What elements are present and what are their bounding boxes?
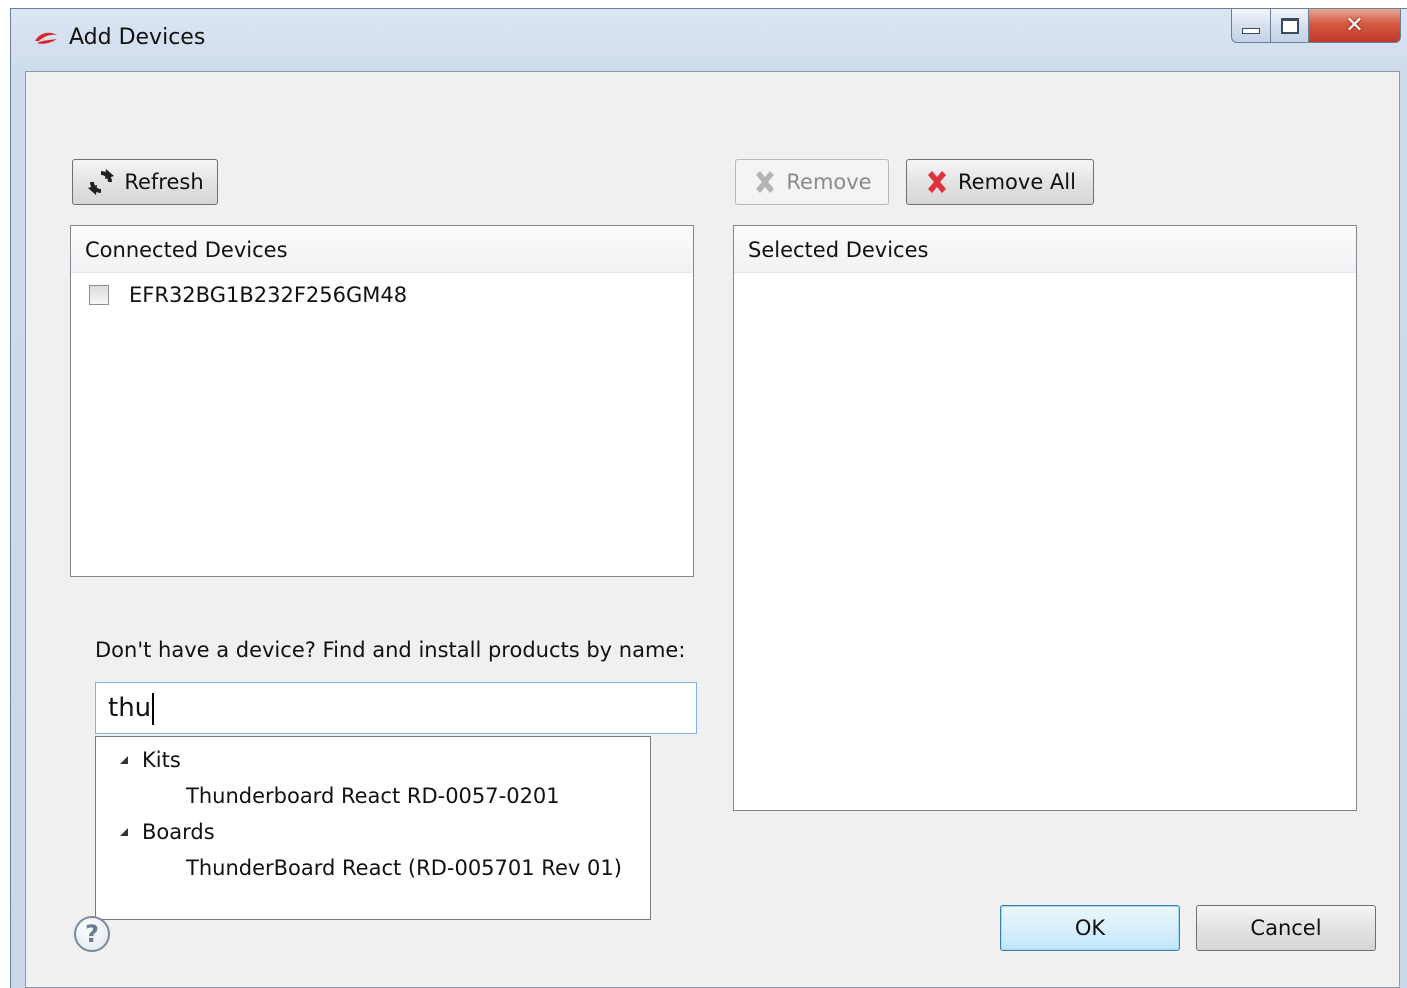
tree-group-boards[interactable]: Boards — [96, 815, 215, 849]
silicon-labs-logo-icon — [35, 32, 57, 44]
tree-item-label: Thunderboard React RD-0057-0201 — [186, 784, 560, 808]
add-devices-window: Add Devices ✕ Refresh Remove Remove All … — [10, 8, 1407, 988]
refresh-icon — [86, 167, 116, 197]
tree-item-kit[interactable]: Thunderboard React RD-0057-0201 — [186, 779, 560, 813]
selected-devices-list[interactable]: Selected Devices — [733, 225, 1357, 811]
connected-devices-list[interactable]: Connected Devices EFR32BG1B232F256GM48 — [70, 225, 694, 577]
maximize-icon — [1280, 17, 1299, 34]
expanded-triangle-icon[interactable] — [120, 756, 128, 764]
tree-group-kits[interactable]: Kits — [96, 743, 181, 777]
remove-all-label: Remove All — [958, 170, 1076, 194]
remove-button[interactable]: Remove — [735, 159, 889, 205]
dialog-client-area: Refresh Remove Remove All Connected Devi… — [25, 71, 1400, 988]
title-bar[interactable]: Add Devices ✕ — [11, 9, 1407, 71]
product-search-input[interactable]: thu — [95, 682, 697, 734]
device-checkbox[interactable] — [89, 285, 109, 305]
device-label: EFR32BG1B232F256GM48 — [129, 283, 408, 307]
tree-group-label: Kits — [142, 748, 181, 772]
refresh-label: Refresh — [124, 170, 204, 194]
ok-button[interactable]: OK — [1000, 905, 1180, 951]
window-title: Add Devices — [69, 25, 206, 50]
expanded-triangle-icon[interactable] — [120, 828, 128, 836]
close-icon: ✕ — [1345, 13, 1364, 38]
text-caret — [152, 692, 155, 725]
tree-item-label: ThunderBoard React (RD-005701 Rev 01) — [186, 856, 622, 880]
tree-group-label: Boards — [142, 820, 215, 844]
selected-devices-header: Selected Devices — [734, 226, 1356, 273]
remove-all-button[interactable]: Remove All — [906, 159, 1094, 205]
minimize-button[interactable] — [1231, 9, 1271, 43]
remove-icon — [752, 169, 778, 195]
tree-item-board[interactable]: ThunderBoard React (RD-005701 Rev 01) — [186, 851, 622, 885]
search-prompt: Don't have a device? Find and install pr… — [95, 638, 686, 662]
close-button[interactable]: ✕ — [1309, 9, 1401, 43]
minimize-icon — [1242, 27, 1260, 34]
remove-all-icon — [924, 169, 950, 195]
cancel-label: Cancel — [1250, 916, 1322, 940]
window-controls: ✕ — [1231, 9, 1401, 47]
cancel-button[interactable]: Cancel — [1196, 905, 1376, 951]
ok-label: OK — [1074, 916, 1106, 940]
search-value: thu — [108, 693, 152, 723]
maximize-button[interactable] — [1271, 9, 1309, 43]
help-icon[interactable]: ? — [74, 916, 110, 952]
connected-devices-header: Connected Devices — [71, 226, 693, 273]
remove-label: Remove — [786, 170, 872, 194]
refresh-button[interactable]: Refresh — [72, 159, 218, 205]
list-item[interactable]: EFR32BG1B232F256GM48 — [71, 273, 693, 317]
search-suggestions-dropdown: Kits Thunderboard React RD-0057-0201 Boa… — [95, 736, 651, 920]
